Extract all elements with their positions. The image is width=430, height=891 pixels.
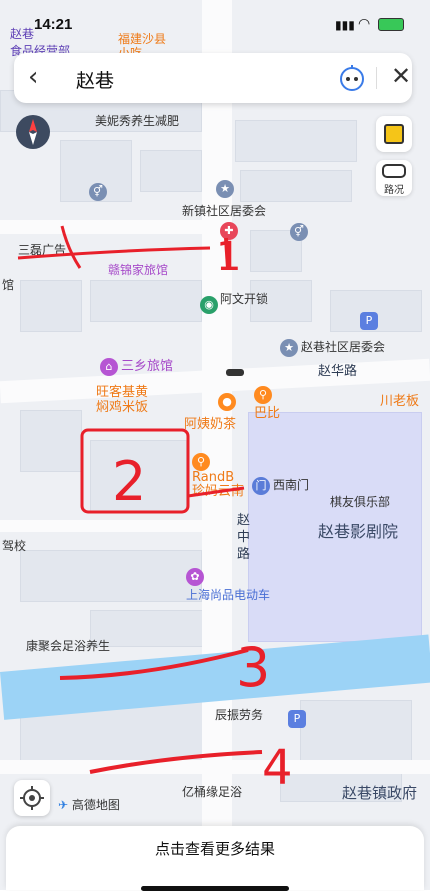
back-button[interactable]: ‹: [28, 64, 56, 92]
map-canvas[interactable]: 赵华路 赵中路 赵巷食品经营部 福建沙县小吃 美妮秀养生减肥 新镇社区居委会 三…: [0, 0, 430, 890]
signal-icon: ▮▮▮: [335, 18, 355, 32]
hand-annotations: 1 2 3 4: [17, 225, 293, 796]
layers-icon: [384, 124, 404, 144]
compass-icon[interactable]: [16, 115, 50, 149]
divider: [376, 67, 377, 89]
annotation-4: 4: [262, 740, 293, 796]
status-bar: 14:21 ▮▮▮ ◠: [0, 0, 430, 44]
locate-button[interactable]: [14, 780, 50, 816]
traffic-button[interactable]: 路况: [376, 160, 412, 196]
wifi-icon: ◠: [358, 16, 371, 32]
voice-assistant-icon[interactable]: [338, 65, 366, 91]
annotation-1: 1: [216, 234, 241, 280]
locate-icon: [20, 786, 44, 810]
close-button[interactable]: ✕: [388, 63, 414, 89]
annotation-2: 2: [112, 450, 146, 513]
battery-icon: [378, 18, 404, 31]
layers-button[interactable]: [376, 116, 412, 152]
home-indicator: [141, 886, 289, 891]
search-input[interactable]: 赵巷: [76, 66, 114, 93]
status-time: 14:21: [34, 16, 73, 33]
more-results-button[interactable]: 点击查看更多结果: [6, 838, 424, 859]
search-bar[interactable]: ‹ 赵巷 ✕: [14, 53, 412, 103]
annotation-3: 3: [236, 636, 270, 699]
bottom-sheet[interactable]: 点击查看更多结果: [6, 826, 424, 891]
traffic-icon: [382, 164, 406, 178]
